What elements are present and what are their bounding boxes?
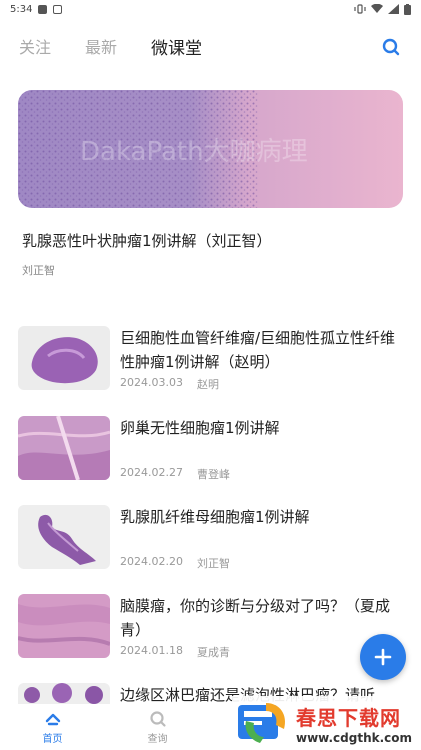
nav-search-label: 查询 <box>147 733 168 745</box>
site-name: 春思下载网 <box>296 705 401 730</box>
search-icon <box>149 710 166 727</box>
vibrate-icon <box>354 4 366 14</box>
plus-icon <box>374 648 392 666</box>
tab-micro-class[interactable]: 微课堂 <box>151 34 202 59</box>
featured-course-image[interactable]: DakaPath大咖病理 <box>18 90 403 208</box>
course-date: 2024.02.20 <box>120 555 183 568</box>
featured-course-title[interactable]: 乳腺恶性叶状肿瘤1例讲解（刘正智） <box>22 230 272 251</box>
list-item[interactable]: 脑膜瘤，你的诊断与分级对了吗？（夏成青） 2024.01.18 夏成青 <box>18 594 403 660</box>
status-time: 5:34 <box>10 3 33 15</box>
tab-follow[interactable]: 关注 <box>19 34 51 58</box>
list-item[interactable]: 卵巢无性细胞瘤1例讲解 2024.02.27 曹登峰 <box>18 416 403 482</box>
home-icon <box>45 713 60 725</box>
course-date: 2024.02.27 <box>120 466 183 479</box>
nav-search[interactable]: 查询 <box>105 704 210 750</box>
site-logo-icon <box>238 703 286 743</box>
course-thumbnail <box>18 326 110 390</box>
top-tab-bar: 关注 最新 微课堂 <box>0 26 421 66</box>
nav-home[interactable]: 首页 <box>0 704 105 750</box>
site-watermark: 春思下载网 www.cdgthk.com <box>232 696 421 750</box>
tab-latest[interactable]: 最新 <box>85 34 117 58</box>
course-title: 脑膜瘤，你的诊断与分级对了吗？（夏成青） <box>120 597 391 639</box>
course-author: 曹登峰 <box>196 468 230 481</box>
signal-icon <box>388 4 399 14</box>
course-title: 巨细胞性血管纤维瘤/巨细胞性孤立性纤维性肿瘤1例讲解（赵明） <box>120 329 396 371</box>
course-thumbnail <box>18 416 110 480</box>
course-date: 2024.01.18 <box>120 644 183 657</box>
course-title: 卵巢无性细胞瘤1例讲解 <box>120 419 280 437</box>
nav-home-label: 首页 <box>42 733 63 745</box>
histology-image: DakaPath大咖病理 <box>18 90 403 208</box>
course-date: 2024.03.03 <box>120 376 183 389</box>
course-title: 乳腺肌纤维母细胞瘤1例讲解 <box>120 508 310 526</box>
wifi-icon <box>371 4 383 13</box>
featured-course-author: 刘正智 <box>22 264 55 277</box>
hero-watermark: DakaPath大咖病理 <box>80 137 308 167</box>
battery-icon <box>404 3 411 15</box>
course-author: 夏成青 <box>196 646 230 659</box>
course-thumbnail <box>18 505 110 569</box>
app-notification-icon <box>53 4 63 14</box>
add-button[interactable] <box>360 634 406 680</box>
course-thumbnail <box>18 594 110 658</box>
course-author: 赵明 <box>196 378 219 391</box>
site-url: www.cdgthk.com <box>296 730 413 745</box>
course-author: 刘正智 <box>196 557 230 570</box>
notification-icon <box>38 4 48 14</box>
list-item[interactable]: 乳腺肌纤维母细胞瘤1例讲解 2024.02.20 刘正智 <box>18 505 403 571</box>
search-icon[interactable] <box>381 37 401 57</box>
list-item[interactable]: 巨细胞性血管纤维瘤/巨细胞性孤立性纤维性肿瘤1例讲解（赵明） 2024.03.0… <box>18 326 403 392</box>
status-bar: 5:34 <box>0 0 421 18</box>
